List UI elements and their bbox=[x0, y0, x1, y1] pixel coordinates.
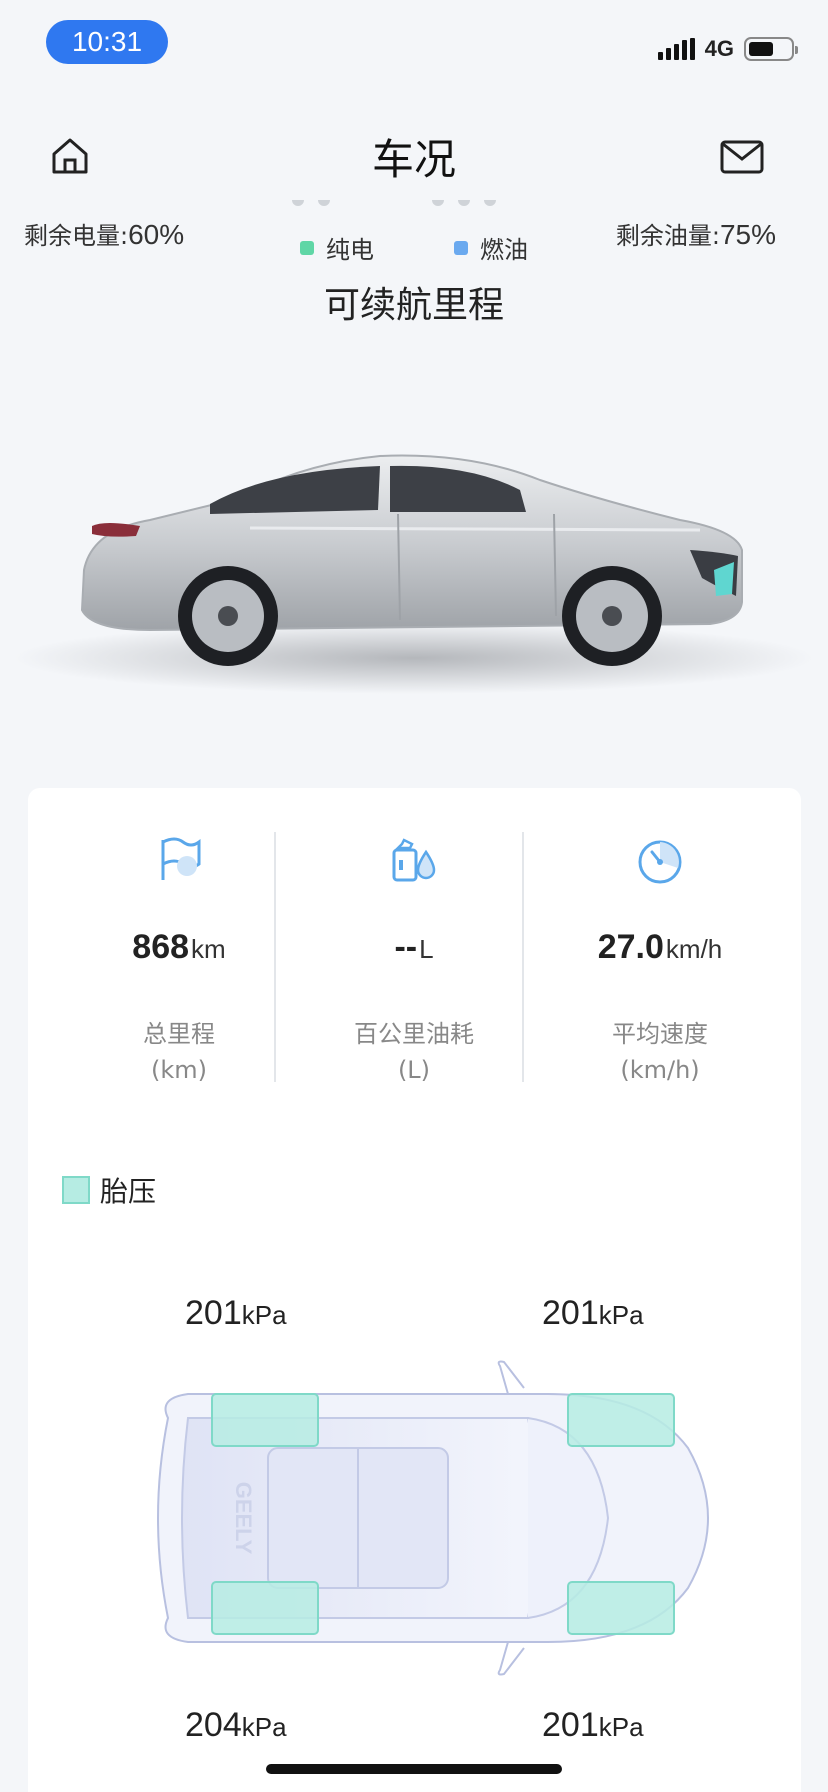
tire-rear-right-marker bbox=[567, 1581, 675, 1635]
legend-ev: 纯电 bbox=[300, 230, 374, 265]
tire-legend-swatch bbox=[62, 1176, 90, 1204]
tire-value: 201 bbox=[542, 1706, 599, 1744]
home-indicator[interactable] bbox=[266, 1764, 562, 1774]
tire-legend-label: 胎压 bbox=[100, 1175, 157, 1208]
stat-value: -- bbox=[394, 928, 418, 966]
legend-fuel: 燃油 bbox=[454, 230, 528, 265]
tire-rear-left-pressure: 204kPa bbox=[185, 1706, 287, 1745]
fuel-remaining: 剩余油量:75% bbox=[616, 216, 776, 251]
tire-front-right-pressure: 201kPa bbox=[542, 1294, 644, 1333]
vehicle-stats-card: 868km 总里程 (km) --L 百公里油耗 (L) 27.0km/h 平均速度… bbox=[28, 788, 801, 1792]
battery-remaining: 剩余电量:60% bbox=[24, 216, 184, 251]
stat-sub-label: (km/h) bbox=[620, 1056, 700, 1084]
stat-unit: km/h bbox=[665, 934, 723, 964]
network-label: 4G bbox=[704, 36, 734, 61]
tire-front-left-marker bbox=[211, 1393, 319, 1447]
tire-rear-left-marker bbox=[211, 1581, 319, 1635]
tire-unit: kPa bbox=[598, 1712, 644, 1742]
tire-unit: kPa bbox=[598, 1300, 644, 1330]
fuel-drop-icon bbox=[392, 838, 436, 882]
stat-unit: km bbox=[191, 934, 226, 964]
brand-logo: GEELY bbox=[231, 1482, 256, 1555]
car-side-image bbox=[14, 454, 814, 694]
range-title: 可续航里程 bbox=[323, 285, 504, 326]
tire-front-left-pressure: 201kPa bbox=[185, 1294, 287, 1333]
stat-label: 百公里油耗 bbox=[354, 1020, 474, 1048]
car-top-view-image: GEELY bbox=[157, 1360, 709, 1676]
speedometer-icon bbox=[638, 840, 682, 884]
fuel-remaining-label: 剩余油量: bbox=[615, 222, 720, 250]
tire-value: 201 bbox=[542, 1294, 599, 1332]
battery-icon bbox=[744, 37, 798, 61]
tire-value: 204 bbox=[185, 1706, 242, 1744]
stat-sub-label: (L) bbox=[397, 1056, 431, 1084]
tire-unit: kPa bbox=[241, 1712, 287, 1742]
stat-label: 总里程 bbox=[143, 1020, 215, 1048]
range-gauge-edge bbox=[292, 200, 330, 206]
fuel-dot-icon bbox=[454, 240, 468, 255]
range-gauge-edge bbox=[432, 200, 496, 206]
battery-remaining-value: 60% bbox=[128, 219, 185, 250]
battery-remaining-label: 剩余电量: bbox=[24, 222, 129, 250]
stat-value: 868 bbox=[132, 928, 190, 966]
fuel-remaining-value: 75% bbox=[719, 219, 776, 250]
page-title: 车况 bbox=[371, 135, 456, 184]
signal-icon bbox=[657, 38, 695, 60]
tire-pressure-legend: 胎压 bbox=[62, 1170, 156, 1210]
mail-icon[interactable] bbox=[720, 140, 764, 174]
stat-value: 27.0 bbox=[597, 928, 664, 966]
tire-front-right-marker bbox=[567, 1393, 675, 1447]
ev-dot-icon bbox=[300, 240, 314, 255]
tire-value: 201 bbox=[185, 1294, 242, 1332]
divider bbox=[522, 832, 524, 1082]
stat-unit: L bbox=[419, 934, 434, 964]
stat-sub-label: (km) bbox=[150, 1056, 207, 1084]
tire-rear-right-pressure: 201kPa bbox=[542, 1706, 644, 1745]
legend-fuel-label: 燃油 bbox=[480, 236, 528, 264]
status-indicators: 4G bbox=[657, 34, 798, 64]
stat-label: 平均速度 bbox=[612, 1020, 708, 1048]
flag-icon bbox=[161, 837, 201, 880]
status-time: 10:31 bbox=[46, 20, 168, 64]
divider bbox=[274, 832, 276, 1082]
tire-unit: kPa bbox=[241, 1300, 287, 1330]
legend-ev-label: 纯电 bbox=[326, 236, 374, 264]
